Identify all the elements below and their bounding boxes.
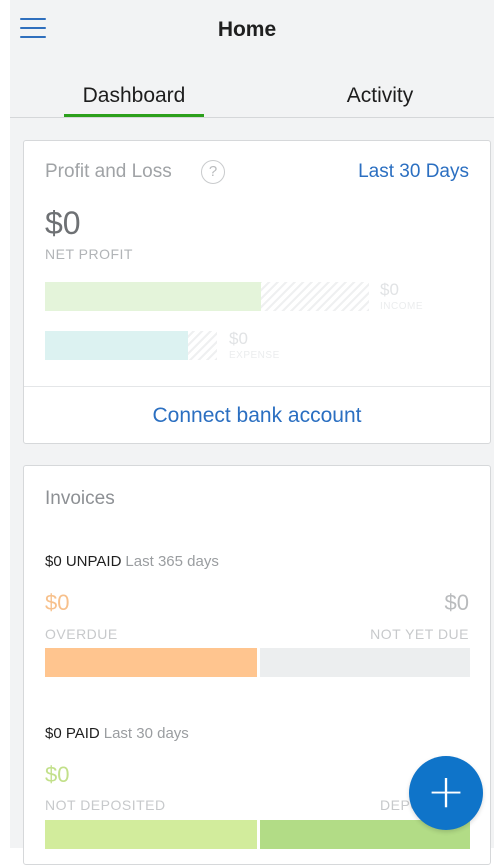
help-icon[interactable]: ?	[201, 160, 225, 184]
net-profit-value: $0	[45, 205, 81, 241]
tab-divider	[10, 117, 494, 118]
tab-activity[interactable]: Activity	[310, 72, 450, 117]
page-title: Home	[217, 18, 277, 41]
overdue-bar[interactable]	[45, 648, 257, 677]
expense-value: $0	[229, 329, 248, 348]
expense-bar-fill	[45, 331, 188, 360]
expense-bar	[45, 331, 217, 360]
overdue-value: $0	[45, 590, 70, 615]
income-bar	[45, 282, 370, 311]
net-profit-label: NET PROFIT	[45, 246, 133, 262]
profit-loss-title: Profit and Loss	[45, 161, 172, 182]
income-bar-hatch	[261, 282, 369, 311]
expense-label: EXPENSE	[229, 350, 280, 361]
period-selector[interactable]: Last 30 Days	[358, 161, 469, 183]
unpaid-period: Last 365 days	[125, 553, 219, 570]
not-deposited-label: NOT DEPOSITED	[45, 797, 166, 813]
plus-icon[interactable]: +	[409, 756, 483, 830]
not-deposited-value: $0	[45, 762, 70, 787]
income-bar-fill	[45, 282, 261, 311]
not-yet-due-bar[interactable]	[260, 648, 470, 677]
unpaid-total: $0 UNPAID	[45, 553, 122, 570]
profit-loss-card: Profit and Loss ? Last 30 Days $0 NET PR…	[23, 140, 491, 444]
not-yet-due-label: NOT YET DUE	[370, 626, 469, 642]
income-label: INCOME	[380, 301, 423, 312]
unpaid-summary: $0 UNPAID Last 365 days	[45, 553, 219, 570]
expense-bar-hatch	[188, 331, 217, 360]
income-value: $0	[380, 280, 399, 299]
invoices-title: Invoices	[45, 488, 115, 509]
not-deposited-bar[interactable]	[45, 820, 257, 849]
overdue-label: OVERDUE	[45, 626, 118, 642]
paid-period: Last 30 days	[103, 725, 189, 742]
tab-dashboard[interactable]: Dashboard	[64, 72, 204, 117]
paid-total: $0 PAID	[45, 725, 100, 742]
not-yet-due-value: $0	[444, 590, 469, 615]
connect-bank-button[interactable]: Connect bank account	[24, 387, 490, 444]
paid-summary: $0 PAID Last 30 days	[45, 725, 189, 742]
tab-bar: Dashboard Activity	[10, 72, 494, 117]
